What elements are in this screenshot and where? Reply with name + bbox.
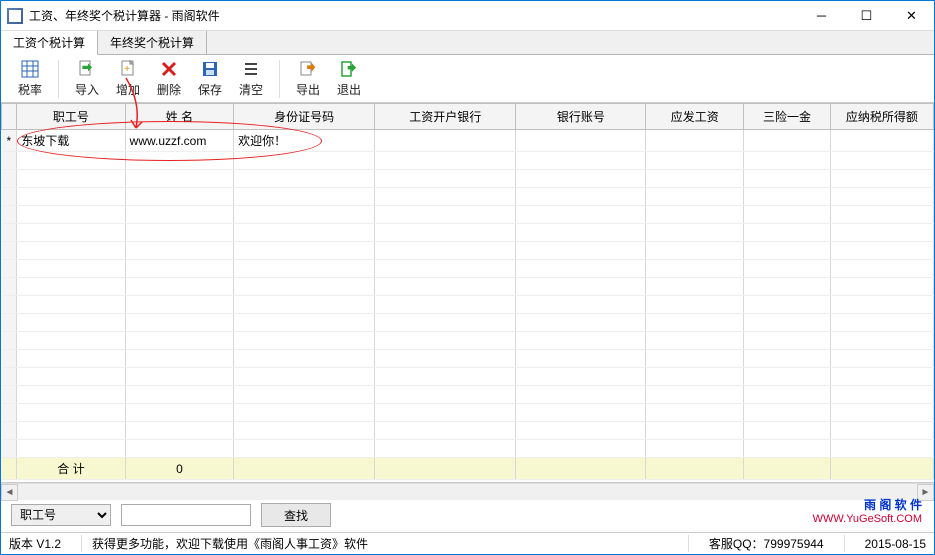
tab-bar: 工资个税计算 年终奖个税计算 xyxy=(1,31,934,55)
table-row[interactable] xyxy=(2,332,934,350)
tab-salary-tax[interactable]: 工资个税计算 xyxy=(1,31,98,55)
table-row[interactable] xyxy=(2,404,934,422)
column-header[interactable]: 职工号 xyxy=(17,104,125,130)
table-row[interactable] xyxy=(2,224,934,242)
column-header[interactable]: 姓 名 xyxy=(125,104,233,130)
row-marker: * xyxy=(2,130,17,152)
search-button[interactable]: 查找 xyxy=(261,503,331,527)
column-header[interactable]: 身份证号码 xyxy=(234,104,375,130)
import-icon xyxy=(77,59,97,79)
add-page-icon: + xyxy=(118,59,138,79)
table-row[interactable] xyxy=(2,242,934,260)
close-button[interactable]: ✕ xyxy=(889,1,934,30)
export-icon xyxy=(298,59,318,79)
cell[interactable] xyxy=(516,130,646,152)
cell[interactable]: 欢迎你！ xyxy=(234,130,375,152)
table-row[interactable] xyxy=(2,152,934,170)
table-row[interactable] xyxy=(2,350,934,368)
filter-field-select[interactable]: 职工号 xyxy=(11,504,111,526)
export-button[interactable]: 导出 xyxy=(289,57,327,101)
table-row[interactable] xyxy=(2,206,934,224)
add-button[interactable]: + 增加 xyxy=(109,57,147,101)
delete-button[interactable]: 删除 xyxy=(150,57,188,101)
exit-icon xyxy=(339,59,359,79)
summary-row: 合 计0 xyxy=(2,458,934,480)
clear-icon xyxy=(241,59,261,79)
status-version: 版本 V1.2 xyxy=(9,535,82,552)
status-date: 2015-08-15 xyxy=(855,537,926,551)
status-message: 获得更多功能，欢迎下载使用《雨阁人事工资》软件 xyxy=(92,535,689,552)
cell[interactable] xyxy=(646,130,744,152)
table-row[interactable] xyxy=(2,296,934,314)
app-icon xyxy=(7,8,23,24)
tab-bonus-tax[interactable]: 年终奖个税计算 xyxy=(98,31,207,54)
table-row[interactable]: *东坡下载www.uzzf.com欢迎你！ xyxy=(2,130,934,152)
rate-button[interactable]: 税率 xyxy=(11,57,49,101)
horizontal-scrollbar[interactable]: ◄ ► xyxy=(1,483,934,500)
import-button[interactable]: 导入 xyxy=(68,57,106,101)
save-button[interactable]: 保存 xyxy=(191,57,229,101)
cell[interactable] xyxy=(744,130,831,152)
grid-icon xyxy=(20,59,40,79)
window-title: 工资、年终奖个税计算器 - 雨阁软件 xyxy=(29,7,799,24)
table-row[interactable] xyxy=(2,386,934,404)
scroll-left-button[interactable]: ◄ xyxy=(1,484,18,501)
column-header[interactable]: 工资开户银行 xyxy=(375,104,516,130)
minimize-button[interactable]: ─ xyxy=(799,1,844,30)
table-row[interactable] xyxy=(2,278,934,296)
exit-button[interactable]: 退出 xyxy=(330,57,368,101)
svg-text:+: + xyxy=(124,64,130,75)
filter-value-input[interactable] xyxy=(121,504,251,526)
status-bar: 版本 V1.2 获得更多功能，欢迎下载使用《雨阁人事工资》软件 客服QQ：799… xyxy=(1,532,934,554)
filter-bar: 职工号 查找 xyxy=(1,500,934,530)
save-icon xyxy=(200,59,220,79)
cell[interactable] xyxy=(375,130,516,152)
column-header[interactable]: 银行账号 xyxy=(516,104,646,130)
column-header[interactable]: 应纳税所得额 xyxy=(830,104,933,130)
table-row[interactable] xyxy=(2,314,934,332)
status-qq: 客服QQ：799975944 xyxy=(699,535,845,552)
table-row[interactable] xyxy=(2,188,934,206)
table-row[interactable] xyxy=(2,260,934,278)
title-bar: 工资、年终奖个税计算器 - 雨阁软件 ─ ☐ ✕ xyxy=(1,1,934,31)
clear-button[interactable]: 清空 xyxy=(232,57,270,101)
cell[interactable]: 东坡下载 xyxy=(17,130,125,152)
toolbar: 税率 导入 + 增加 删除 保存 清空 导出 退出 xyxy=(1,55,934,103)
cell[interactable]: www.uzzf.com xyxy=(125,130,233,152)
maximize-button[interactable]: ☐ xyxy=(844,1,889,30)
brand-label: 雨 阁 软 件 WWW.YuGeSoft.COM xyxy=(813,498,922,526)
table-row[interactable] xyxy=(2,368,934,386)
table-row[interactable] xyxy=(2,422,934,440)
data-grid[interactable]: 职工号姓 名身份证号码工资开户银行银行账号应发工资三险一金应纳税所得额*东坡下载… xyxy=(1,103,934,483)
table-row[interactable] xyxy=(2,440,934,458)
delete-icon xyxy=(159,59,179,79)
row-header-corner xyxy=(2,104,17,130)
column-header[interactable]: 应发工资 xyxy=(646,104,744,130)
column-header[interactable]: 三险一金 xyxy=(744,104,831,130)
table-row[interactable] xyxy=(2,170,934,188)
cell[interactable] xyxy=(830,130,933,152)
